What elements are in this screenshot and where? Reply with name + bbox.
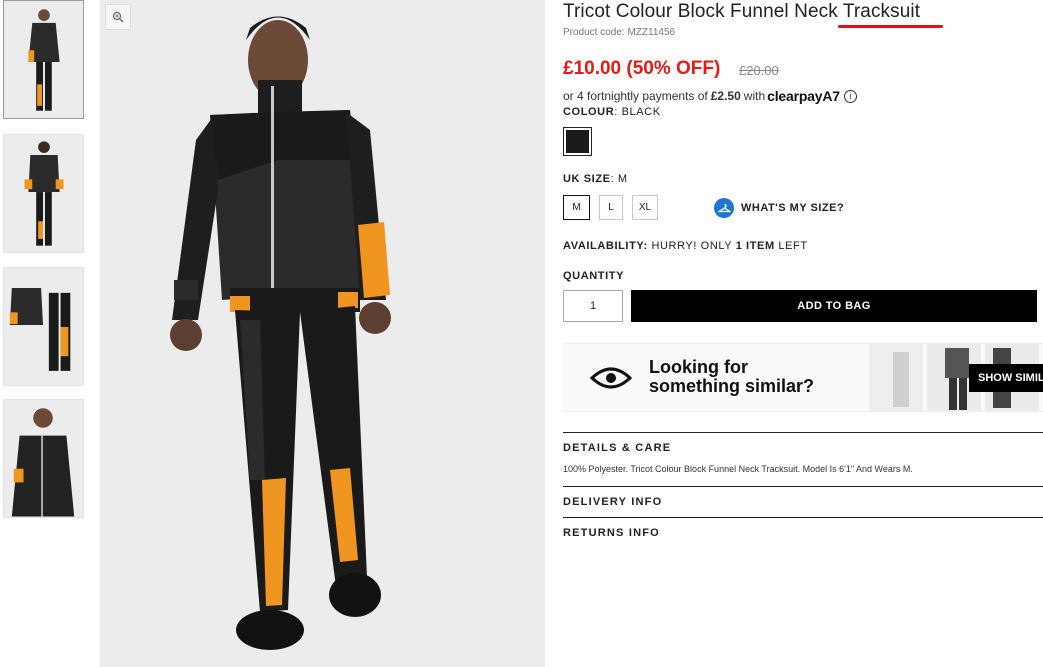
colour-label: COLOUR: BLACK: [563, 106, 661, 118]
details-care-body: 100% Polyester. Tricot Colour Block Funn…: [563, 464, 913, 474]
eye-icon: [590, 367, 632, 389]
swatch-fill: [566, 130, 589, 153]
zoom-button[interactable]: [105, 4, 131, 30]
similar-heading: Looking for something similar?: [649, 357, 815, 396]
returns-info-title: RETURNS INFO: [563, 527, 660, 539]
colour-swatch-black[interactable]: [563, 127, 592, 156]
size-guide-label: WHAT'S MY SIZE?: [741, 202, 845, 214]
similar-items-banner[interactable]: Looking for something similar? SHOW SIMI…: [563, 343, 1043, 412]
returns-info-section[interactable]: RETURNS INFO: [563, 517, 1043, 539]
sale-price: £10.00 (50% OFF): [563, 58, 721, 79]
thumbnail-1[interactable]: [3, 0, 84, 119]
main-product-image: [100, 0, 545, 667]
clearpay-prefix: or 4 fortnightly payments of: [563, 89, 708, 103]
product-code: Product code: MZZ11456: [563, 27, 676, 38]
product-title: Tricot Colour Block Funnel Neck Tracksui…: [563, 1, 921, 22]
clearpay-amount: £2.50: [710, 89, 741, 103]
quantity-input[interactable]: 1: [563, 290, 623, 322]
delivery-info-title: DELIVERY INFO: [563, 496, 663, 508]
clearpay-logo: clearpayA7: [767, 88, 840, 104]
size-label: UK SIZE: M: [563, 173, 628, 185]
show-similar-button[interactable]: SHOW SIMIL: [969, 364, 1043, 392]
size-option-xl[interactable]: XL: [632, 195, 658, 220]
thumbnail-2[interactable]: [3, 134, 84, 253]
info-circle-icon[interactable]: i: [843, 89, 857, 103]
thumbnail-4[interactable]: [3, 399, 84, 518]
clearpay-info: or 4 fortnightly payments of £2.50 with …: [563, 88, 857, 104]
size-option-l[interactable]: L: [599, 195, 623, 220]
hanger-icon: [714, 198, 734, 218]
quantity-label: QUANTITY: [563, 270, 625, 282]
zoom-icon: [112, 11, 124, 23]
details-care-section[interactable]: DETAILS & CARE 100% Polyester. Tricot Co…: [563, 432, 1043, 474]
size-option-m[interactable]: M: [563, 195, 590, 220]
original-price: £20.00: [739, 63, 779, 78]
size-guide-link[interactable]: WHAT'S MY SIZE?: [714, 198, 844, 218]
availability: AVAILABILITY: HURRY! ONLY 1 ITEM LEFT: [563, 240, 808, 252]
delivery-info-section[interactable]: DELIVERY INFO: [563, 486, 1043, 508]
thumbnail-3[interactable]: [3, 267, 84, 386]
title-highlight-underline: [838, 25, 943, 28]
size-options: M L XL: [563, 195, 667, 220]
add-to-bag-button[interactable]: ADD TO BAG: [631, 290, 1037, 322]
similar-item-image: [869, 344, 923, 411]
clearpay-with: with: [743, 89, 766, 103]
details-care-title: DETAILS & CARE: [563, 442, 672, 454]
